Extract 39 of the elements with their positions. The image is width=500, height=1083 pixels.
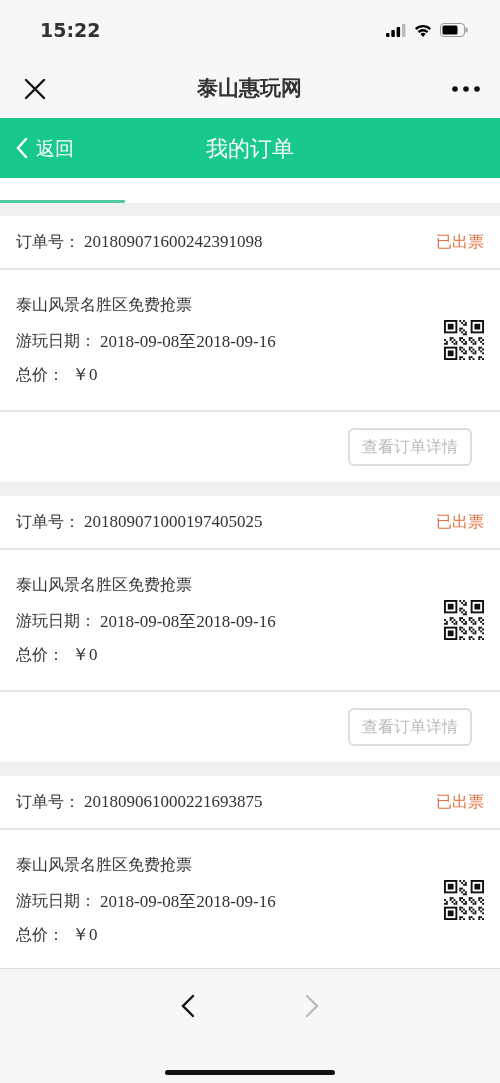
total-price: ￥0 bbox=[72, 364, 98, 386]
back-link[interactable]: 返回 bbox=[16, 133, 74, 163]
order-number-label: 订单号： bbox=[16, 791, 80, 813]
signal-icon bbox=[386, 23, 406, 37]
visit-dates: 2018-09-08至2018-09-16 bbox=[100, 330, 276, 353]
visit-date-label: 游玩日期： bbox=[16, 330, 96, 353]
order-number-label: 订单号： bbox=[16, 511, 80, 533]
order-details-button[interactable]: 查看订单详情 bbox=[348, 428, 472, 466]
order-number: 201809061000221693875 bbox=[84, 791, 263, 814]
total-price: ￥0 bbox=[72, 924, 98, 946]
page-title: 泰山惠玩网 bbox=[196, 75, 302, 103]
total-price: ￥0 bbox=[72, 644, 98, 666]
total-price-label: 总价： bbox=[16, 643, 64, 666]
battery-icon bbox=[440, 23, 468, 37]
qr-code-icon bbox=[444, 320, 484, 360]
ticket-name: 泰山风景名胜区免费抢票 bbox=[16, 293, 193, 316]
visit-dates: 2018-09-08至2018-09-16 bbox=[100, 610, 276, 633]
more-icon[interactable] bbox=[452, 86, 480, 92]
chevron-left-icon bbox=[16, 137, 28, 159]
close-icon[interactable] bbox=[24, 78, 46, 100]
wifi-icon bbox=[414, 23, 432, 37]
qr-code-icon bbox=[444, 880, 484, 920]
order-number-label: 订单号： bbox=[16, 231, 80, 253]
total-price-label: 总价： bbox=[16, 923, 64, 946]
order-number: 201809071600242391098 bbox=[84, 231, 263, 254]
ticket-name: 泰山风景名胜区免费抢票 bbox=[16, 853, 193, 876]
order-status: 已出票 bbox=[436, 791, 484, 813]
order-details-button[interactable]: 查看订单详情 bbox=[348, 708, 472, 746]
status-time: 15:22 bbox=[40, 17, 101, 43]
total-price-label: 总价： bbox=[16, 363, 64, 386]
order-number: 201809071000197405025 bbox=[84, 511, 263, 534]
ticket-name: 泰山风景名胜区免费抢票 bbox=[16, 573, 193, 596]
qr-code-icon bbox=[444, 600, 484, 640]
visit-date-label: 游玩日期： bbox=[16, 610, 96, 633]
order-status: 已出票 bbox=[436, 511, 484, 533]
order-status: 已出票 bbox=[436, 231, 484, 253]
header-title: 我的订单 bbox=[206, 134, 294, 163]
visit-date-label: 游玩日期： bbox=[16, 890, 96, 913]
visit-dates: 2018-09-08至2018-09-16 bbox=[100, 890, 276, 913]
